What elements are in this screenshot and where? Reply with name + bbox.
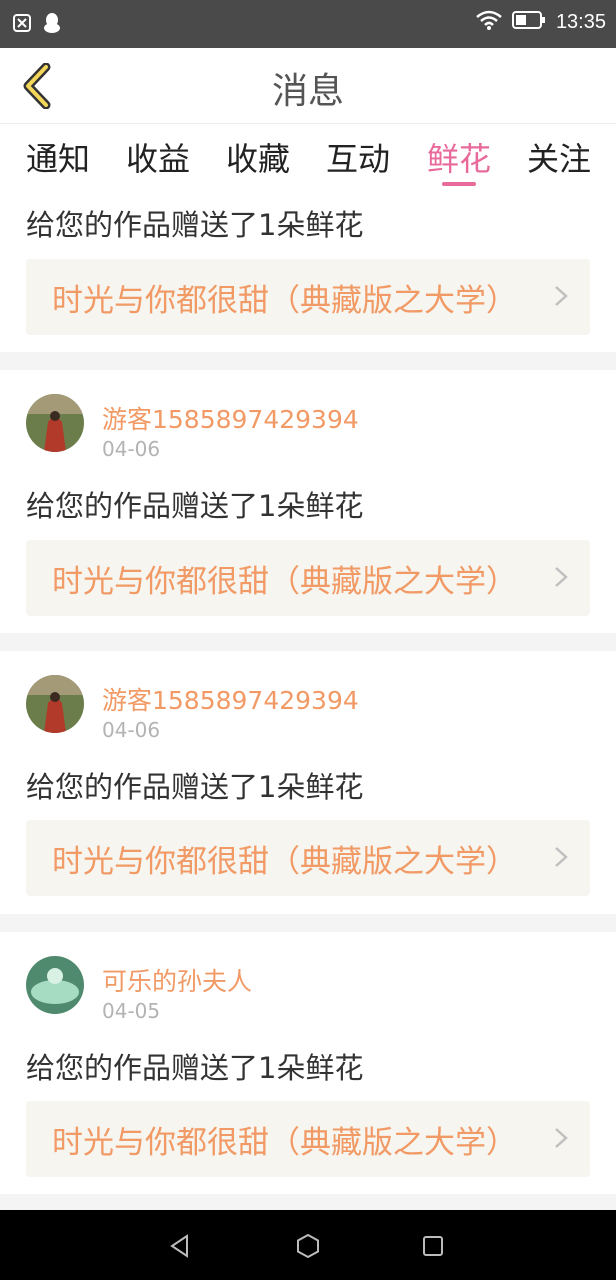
work-title: 时光与你都很甜（典藏版之大学）: [52, 564, 517, 600]
message-date: 04-06: [102, 718, 161, 742]
app-header: 消息: [0, 48, 616, 124]
avatar[interactable]: [26, 675, 84, 733]
triangle-back-icon: [170, 1234, 188, 1258]
work-card[interactable]: 时光与你都很甜（典藏版之大学）: [26, 1101, 590, 1177]
message-date: 04-05: [102, 999, 161, 1023]
work-card[interactable]: 时光与你都很甜（典藏版之大学）: [26, 820, 590, 896]
tab-earnings[interactable]: 收益: [126, 134, 190, 180]
nav-recents-button[interactable]: [417, 1230, 449, 1262]
divider: [0, 352, 616, 370]
nav-back-button[interactable]: [164, 1230, 196, 1262]
work-title: 时光与你都很甜（典藏版之大学）: [52, 1125, 517, 1161]
chevron-right-icon: [555, 567, 568, 587]
tab-flowers[interactable]: 鲜花: [427, 134, 491, 180]
divider: [0, 1194, 616, 1210]
tab-favorites[interactable]: 收藏: [226, 134, 290, 180]
tab-bar: 通知 收益 收藏 互动 鲜花 关注: [0, 124, 616, 188]
status-bar: 13:35: [0, 0, 616, 48]
hexagon-home-icon: [297, 1233, 319, 1259]
tab-following[interactable]: 关注: [527, 134, 591, 180]
close-box-icon: [12, 13, 32, 37]
divider: [0, 633, 616, 651]
battery-icon: [511, 10, 546, 34]
chevron-right-icon: [555, 847, 568, 867]
avatar[interactable]: [26, 394, 84, 452]
qq-icon: [42, 12, 62, 38]
work-title: 时光与你都很甜（典藏版之大学）: [52, 283, 517, 319]
active-tab-indicator: [442, 182, 476, 186]
chevron-right-icon: [555, 286, 568, 306]
user-name[interactable]: 游客1585897429394: [102, 681, 359, 717]
message-feed[interactable]: 给您的作品赠送了1朵鲜花 时光与你都很甜（典藏版之大学） 游客158589742…: [0, 188, 616, 1210]
page-title: 消息: [271, 71, 344, 112]
tab-notifications[interactable]: 通知: [26, 134, 90, 180]
message-date: 04-06: [102, 437, 161, 461]
wifi-icon: [476, 10, 502, 34]
message-text: 给您的作品赠送了1朵鲜花: [26, 1051, 364, 1085]
user-name[interactable]: 游客1585897429394: [102, 400, 359, 436]
message-text: 给您的作品赠送了1朵鲜花: [26, 770, 364, 804]
square-recents-icon: [423, 1236, 443, 1256]
chevron-right-icon: [555, 1128, 568, 1148]
tab-interactions[interactable]: 互动: [326, 134, 390, 180]
message-text: 给您的作品赠送了1朵鲜花: [26, 208, 364, 242]
user-name[interactable]: 可乐的孙夫人: [102, 962, 252, 998]
status-left-icons: [12, 12, 62, 38]
divider: [0, 914, 616, 932]
work-title: 时光与你都很甜（典藏版之大学）: [52, 844, 517, 880]
clock: 13:35: [555, 10, 606, 33]
work-card[interactable]: 时光与你都很甜（典藏版之大学）: [26, 540, 590, 616]
status-right: 13:35: [476, 10, 606, 34]
message-text: 给您的作品赠送了1朵鲜花: [26, 489, 364, 523]
system-nav-bar: [0, 1210, 616, 1280]
work-card[interactable]: 时光与你都很甜（典藏版之大学）: [26, 259, 590, 335]
nav-home-button[interactable]: [292, 1230, 324, 1262]
avatar[interactable]: [26, 956, 84, 1014]
